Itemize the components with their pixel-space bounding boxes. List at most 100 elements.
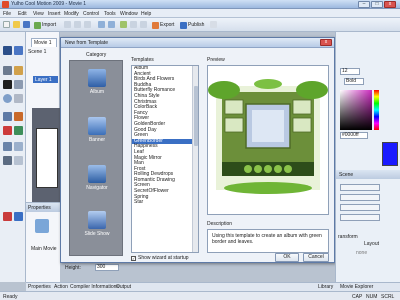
rect-tool-icon[interactable]: [14, 80, 23, 89]
color-gradient-picker[interactable]: [340, 90, 372, 130]
cancel-button[interactable]: Cancel: [303, 253, 329, 262]
app-icon: [2, 1, 9, 8]
copy-icon[interactable]: [74, 21, 81, 28]
menu-file[interactable]: File: [3, 11, 11, 17]
subselect-icon[interactable]: [14, 46, 23, 55]
stroke-color-icon[interactable]: [3, 212, 12, 221]
eraser-tool-icon[interactable]: [3, 126, 12, 135]
publish-label: Publish: [188, 22, 205, 28]
hue-slider[interactable]: [374, 90, 379, 130]
redo-icon[interactable]: [108, 21, 115, 28]
grid-icon[interactable]: [14, 156, 23, 165]
layer-row[interactable]: Layer 1: [33, 76, 58, 83]
height-label: Height:: [65, 265, 81, 271]
category-banner[interactable]: Banner: [83, 117, 111, 143]
cut-icon[interactable]: [64, 21, 71, 28]
menu-insert[interactable]: Insert: [48, 11, 61, 17]
scene-field-3[interactable]: [340, 204, 380, 211]
category-navigator-label: Navigator: [86, 185, 108, 191]
zoom-out-icon[interactable]: [3, 156, 12, 165]
right-panel: 12 Bold #0000ff Scene ransform Layout no…: [335, 32, 400, 282]
scene-field-4[interactable]: [340, 214, 380, 221]
properties-header: Properties: [26, 203, 60, 212]
paint-bucket-icon[interactable]: [14, 112, 23, 121]
hand-tool-icon[interactable]: [3, 142, 12, 151]
select-arrow-icon[interactable]: [3, 46, 12, 55]
tab-library[interactable]: Library: [316, 284, 335, 290]
category-navigator[interactable]: Navigator: [83, 165, 111, 191]
num-indicator: NUM: [366, 294, 378, 300]
polygon-tool-icon[interactable]: [14, 94, 23, 103]
layout-label[interactable]: Layout: [364, 241, 379, 247]
eyedropper-icon[interactable]: [14, 126, 23, 135]
undo-icon[interactable]: [98, 21, 105, 28]
export-button[interactable]: Export: [152, 21, 174, 29]
banner-icon: [88, 117, 106, 135]
show-wizard-checkbox[interactable]: ✓: [131, 255, 136, 261]
template-preview-image: [208, 79, 328, 194]
menu-modify[interactable]: Modify: [64, 11, 79, 17]
text-tool-icon[interactable]: [3, 80, 12, 89]
import-button[interactable]: Import: [34, 21, 56, 29]
stop-icon[interactable]: [130, 21, 137, 28]
close-button[interactable]: x: [384, 1, 396, 8]
tab-properties[interactable]: Properties: [26, 284, 53, 290]
paste-icon[interactable]: [84, 21, 91, 28]
category-slide-show-label: Slide Show: [84, 231, 110, 237]
maximize-button[interactable]: □: [371, 1, 383, 8]
import-label: Import: [42, 22, 57, 28]
preview-icon[interactable]: [140, 21, 147, 28]
menu-edit[interactable]: Edit: [18, 11, 27, 17]
zoom-tool-icon[interactable]: [14, 142, 23, 151]
scrollbar-thumb[interactable]: [194, 86, 198, 146]
menu-control[interactable]: Control: [83, 11, 99, 17]
window-title: Yulho Cool Motion 2009 - Movie 1: [11, 1, 87, 7]
ellipse-tool-icon[interactable]: [3, 94, 12, 103]
export-icon: [152, 21, 159, 29]
font-size-field[interactable]: 12: [340, 68, 360, 75]
none-label: none: [356, 250, 368, 256]
templates-label: Templates: [131, 57, 154, 63]
font-weight-field[interactable]: Bold: [344, 78, 364, 85]
menu-view[interactable]: View: [33, 11, 44, 17]
category-album[interactable]: Album: [83, 69, 111, 95]
new-file-icon[interactable]: [3, 21, 10, 28]
tab-movie-explorer[interactable]: Movie Explorer: [338, 284, 375, 290]
help-icon[interactable]: [210, 21, 217, 28]
ok-button[interactable]: OK: [275, 253, 299, 262]
publish-button[interactable]: Publish: [180, 21, 204, 29]
category-album-label: Album: [89, 89, 105, 95]
template-item[interactable]: Star: [132, 200, 198, 206]
fill-color-icon[interactable]: [14, 212, 23, 221]
dialog-close-button[interactable]: x: [320, 39, 332, 46]
menu-help[interactable]: Help: [141, 11, 151, 17]
play-icon[interactable]: [120, 21, 127, 28]
menu-window[interactable]: Window: [120, 11, 138, 17]
movie-icon: [35, 219, 49, 233]
preview-label: Preview: [207, 57, 225, 63]
menu-tools[interactable]: Tools: [104, 11, 116, 17]
hex-color-field[interactable]: #0000ff: [340, 132, 368, 139]
tab-movie-1[interactable]: Movie 1: [31, 38, 57, 47]
brush-tool-icon[interactable]: [3, 112, 12, 121]
save-icon[interactable]: [23, 21, 30, 28]
status-bar: Ready CAP NUM SCRL: [0, 291, 400, 300]
category-slide-show[interactable]: Slide Show: [83, 211, 111, 237]
stage-canvas[interactable]: [32, 108, 60, 204]
menu-bar: File Edit View Insert Modify Control Too…: [0, 9, 400, 18]
scene-field-1[interactable]: [340, 184, 380, 191]
scene-field-2[interactable]: [340, 194, 380, 201]
slide-show-icon: [88, 211, 106, 229]
tab-compiler-informations[interactable]: Compiler Informations: [68, 284, 121, 290]
pen-tool-icon[interactable]: [14, 66, 23, 75]
tab-output[interactable]: Output: [114, 284, 133, 290]
line-tool-icon[interactable]: [3, 66, 12, 75]
minimize-button[interactable]: –: [358, 1, 370, 8]
templates-scrollbar[interactable]: [192, 66, 198, 252]
color-swatch: [382, 142, 398, 166]
height-input[interactable]: 300: [95, 264, 119, 271]
scene-selector[interactable]: Scene 1: [28, 49, 46, 55]
open-folder-icon[interactable]: [13, 21, 20, 28]
show-wizard-option[interactable]: ✓ Show wizard at startup: [131, 255, 189, 261]
title-bar: Yulho Cool Motion 2009 - Movie 1 – □ x: [0, 0, 400, 9]
